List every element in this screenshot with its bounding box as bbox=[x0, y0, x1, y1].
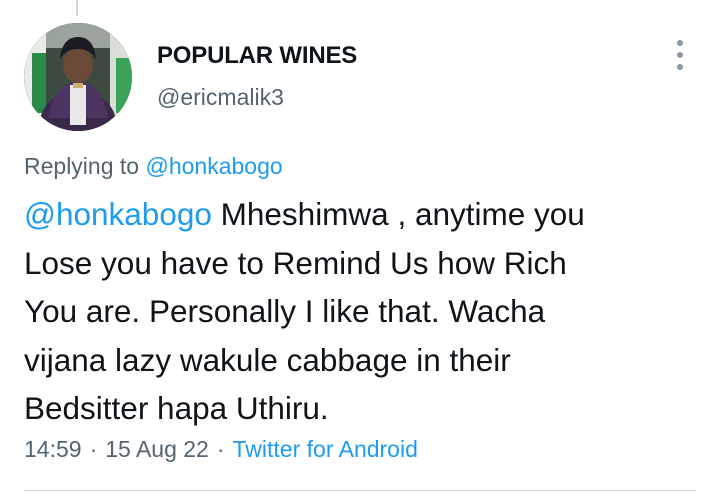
more-dot bbox=[677, 40, 683, 46]
more-vertical-icon[interactable] bbox=[666, 40, 694, 70]
divider bbox=[24, 490, 696, 491]
tweet-text: @honkabogo Mheshimwa , anytime you Lose … bbox=[24, 190, 704, 433]
replying-to-handle-link[interactable]: @honkabogo bbox=[145, 153, 282, 179]
tweet-text-line-2: Lose you have to Remind Us how Rich bbox=[24, 244, 567, 281]
tweet-text-line-3: You are. Personally I like that. Wacha bbox=[24, 293, 546, 329]
tweet-date[interactable]: 15 Aug 22 bbox=[105, 436, 209, 462]
tweet: POPULAR WINES @ericmalik3 Replying to @h… bbox=[0, 0, 720, 503]
meta-separator: · bbox=[89, 436, 98, 462]
tweet-source-link[interactable]: Twitter for Android bbox=[233, 436, 418, 462]
tweet-text-line-4: vijana lazy wakule cabbage in their bbox=[24, 341, 511, 378]
tweet-time[interactable]: 14:59 bbox=[24, 436, 82, 462]
replying-to: Replying to @honkabogo bbox=[24, 153, 283, 180]
avatar[interactable] bbox=[24, 23, 132, 131]
meta-separator: · bbox=[216, 436, 225, 462]
tweet-text-line-1: @honkabogo Mheshimwa , anytime you bbox=[24, 190, 704, 239]
tweet-text-line-5: Bedsitter hapa Uthiru. bbox=[24, 390, 329, 426]
more-dot bbox=[677, 64, 683, 70]
tweet-metadata: 14:59 · 15 Aug 22 · Twitter for Android bbox=[24, 436, 418, 463]
tweet-text-line-1-rest: Mheshimwa , anytime you bbox=[211, 196, 585, 232]
author-display-name[interactable]: POPULAR WINES bbox=[157, 42, 357, 70]
more-dot bbox=[677, 52, 683, 58]
author-handle[interactable]: @ericmalik3 bbox=[157, 84, 284, 111]
avatar-image bbox=[24, 23, 132, 131]
replying-to-prefix: Replying to bbox=[24, 153, 140, 179]
mention-link[interactable]: @honkabogo bbox=[24, 196, 212, 232]
thread-connector-line bbox=[76, 0, 78, 16]
